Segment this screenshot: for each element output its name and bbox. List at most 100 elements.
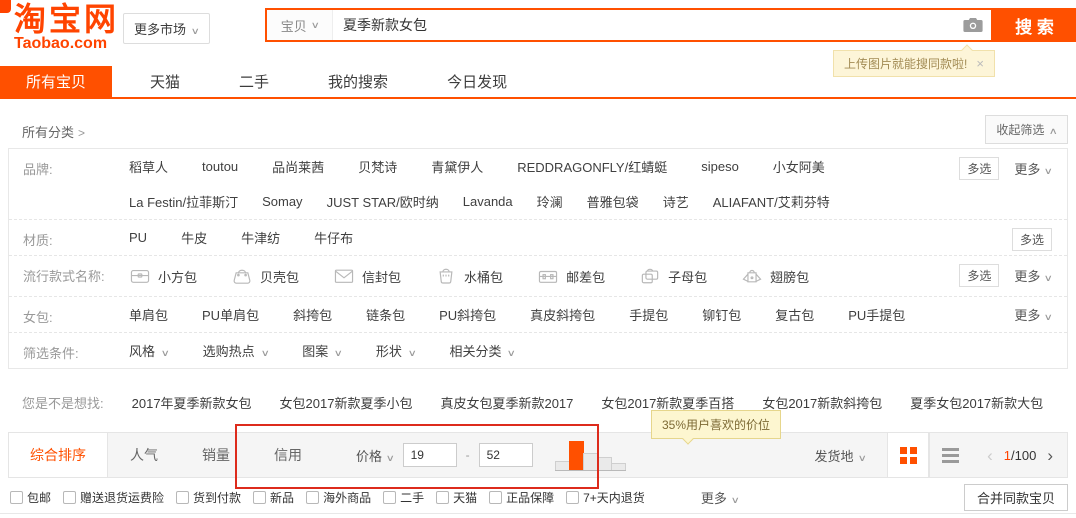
- filter-option[interactable]: La Festin/拉菲斯汀: [129, 192, 238, 211]
- nav-tab[interactable]: 我的搜索: [307, 66, 409, 97]
- filter-option[interactable]: 复古包: [775, 305, 814, 324]
- grid-view-toggle[interactable]: [887, 433, 929, 477]
- more-link[interactable]: 更多∨: [1014, 159, 1052, 178]
- filter-option[interactable]: 邮差包: [537, 267, 605, 286]
- filter-checkbox[interactable]: 包邮: [10, 489, 51, 506]
- camera-icon[interactable]: [955, 10, 991, 40]
- next-page-icon[interactable]: ›: [1047, 447, 1053, 464]
- taobao-logo[interactable]: 淘宝网 Taobao.com: [14, 3, 119, 52]
- price-max-input[interactable]: [479, 443, 533, 467]
- filter-option[interactable]: JUST STAR/欧时纳: [327, 192, 439, 211]
- checkbox-icon: [489, 491, 502, 504]
- filter-option[interactable]: 真皮斜挎包: [530, 305, 595, 324]
- more-link[interactable]: 更多∨: [1014, 266, 1052, 285]
- nav-tab[interactable]: 二手: [218, 66, 290, 97]
- filter-option[interactable]: PU斜挎包: [439, 305, 496, 324]
- filter-option[interactable]: 牛仔布: [314, 228, 353, 247]
- ship-from-dropdown[interactable]: 发货地∨: [815, 446, 888, 465]
- search-button[interactable]: 搜 索: [993, 8, 1076, 42]
- collapse-filters-button[interactable]: 收起筛选∧: [985, 115, 1068, 144]
- filter-checkbox[interactable]: 新品: [253, 489, 294, 506]
- filter-option[interactable]: 水桶包: [435, 267, 503, 286]
- filter-option[interactable]: PU: [129, 230, 147, 245]
- filter-checkbox[interactable]: 天猫: [436, 489, 477, 506]
- nav-tab[interactable]: 今日发现: [426, 66, 528, 97]
- suggestion-link[interactable]: 女包2017新款斜挎包: [762, 393, 882, 412]
- filter-option[interactable]: toutou: [202, 159, 238, 174]
- suggestion-link[interactable]: 夏季女包2017新款大包: [910, 393, 1043, 412]
- suggestion-link[interactable]: 女包2017新款夏季百搭: [601, 393, 734, 412]
- filter-dropdown[interactable]: 风格∨: [129, 341, 169, 360]
- filter-option[interactable]: 普雅包袋: [587, 192, 639, 211]
- multi-select-button[interactable]: 多选: [1012, 228, 1052, 251]
- filter-option[interactable]: PU单肩包: [202, 305, 259, 324]
- sort-tab[interactable]: 信用: [252, 433, 324, 477]
- more-markets-dropdown[interactable]: 更多市场∨: [123, 13, 210, 44]
- checkbox-label: 包邮: [27, 489, 51, 506]
- filter-option[interactable]: 小女阿美: [773, 157, 825, 176]
- price-dropdown[interactable]: 价格∨: [356, 446, 394, 465]
- filter-option[interactable]: 牛皮: [181, 228, 207, 247]
- filter-option[interactable]: 品尚莱茜: [272, 157, 324, 176]
- filter-option[interactable]: 手提包: [629, 305, 668, 324]
- filter-option[interactable]: 斜挎包: [293, 305, 332, 324]
- filter-checkbox[interactable]: 二手: [383, 489, 424, 506]
- filter-option[interactable]: 翅膀包: [741, 267, 809, 286]
- list-view-toggle[interactable]: [929, 433, 971, 477]
- price-histogram[interactable]: [555, 440, 626, 471]
- filter-checkbox[interactable]: 赠送退货运费险: [63, 489, 164, 506]
- search-category-dropdown[interactable]: 宝贝∨: [267, 10, 333, 40]
- filter-option[interactable]: ALIAFANT/艾莉芬特: [713, 192, 830, 211]
- histogram-bar[interactable]: [569, 441, 584, 470]
- multi-select-button[interactable]: 多选: [959, 264, 999, 287]
- filter-checkbox[interactable]: 海外商品: [306, 489, 371, 506]
- histogram-bar[interactable]: [611, 463, 626, 470]
- filter-option[interactable]: 诗艺: [663, 192, 689, 211]
- price-min-input[interactable]: [403, 443, 457, 467]
- filter-option[interactable]: sipeso: [701, 159, 739, 174]
- filter-option[interactable]: 青黛伊人: [431, 157, 483, 176]
- filter-dropdown[interactable]: 相关分类∨: [449, 341, 515, 360]
- filter-option[interactable]: 单肩包: [129, 305, 168, 324]
- filter-option[interactable]: REDDRAGONFLY/红蜻蜓: [517, 157, 667, 176]
- filter-option[interactable]: PU手提包: [848, 305, 905, 324]
- filter-option[interactable]: 链条包: [366, 305, 405, 324]
- filter-option[interactable]: 稻草人: [129, 157, 168, 176]
- suggestion-link[interactable]: 2017年夏季新款女包: [132, 393, 252, 412]
- filter-option[interactable]: 贝梵诗: [358, 157, 397, 176]
- histogram-bar[interactable]: [583, 453, 598, 470]
- filter-option[interactable]: Somay: [262, 194, 302, 209]
- filter-option[interactable]: Lavanda: [463, 194, 513, 209]
- prev-page-icon[interactable]: ‹: [987, 447, 993, 464]
- more-link[interactable]: 更多∨: [1014, 305, 1052, 324]
- filter-option[interactable]: 小方包: [129, 267, 197, 286]
- filter-option[interactable]: 玲澜: [537, 192, 563, 211]
- filter-option[interactable]: 子母包: [639, 267, 707, 286]
- filter-checkbox[interactable]: 正品保障: [489, 489, 554, 506]
- close-icon[interactable]: ×: [976, 56, 984, 71]
- filter-checkbox[interactable]: 7+天内退货: [566, 489, 645, 506]
- filter-dropdown[interactable]: 图案∨: [302, 341, 342, 360]
- filter-option[interactable]: 牛津纺: [241, 228, 280, 247]
- sort-tab[interactable]: 人气: [108, 433, 180, 477]
- footer-more-dropdown[interactable]: 更多∨: [701, 488, 739, 507]
- suggestion-link[interactable]: 真皮女包夏季新款2017: [440, 393, 573, 412]
- search-input[interactable]: [333, 10, 955, 40]
- all-categories-link[interactable]: 所有分类>: [22, 122, 85, 141]
- filter-checkbox[interactable]: 货到付款: [176, 489, 241, 506]
- filter-option[interactable]: 铆钉包: [702, 305, 741, 324]
- filter-option[interactable]: 贝壳包: [231, 267, 299, 286]
- nav-tab[interactable]: 天猫: [129, 66, 201, 97]
- filter-dropdown[interactable]: 选购热点∨: [203, 341, 269, 360]
- merge-same-items-button[interactable]: 合并同款宝贝: [964, 484, 1068, 511]
- shell-bag-icon: [231, 267, 253, 285]
- sort-tab[interactable]: 销量: [180, 433, 252, 477]
- filter-option[interactable]: 信封包: [333, 267, 401, 286]
- nav-tab[interactable]: 所有宝贝: [0, 66, 112, 97]
- filter-dropdown[interactable]: 形状∨: [376, 341, 416, 360]
- histogram-bar[interactable]: [597, 457, 612, 470]
- multi-select-button[interactable]: 多选: [959, 157, 999, 180]
- suggestion-link[interactable]: 女包2017新款夏季小包: [280, 393, 413, 412]
- histogram-bar[interactable]: [555, 461, 570, 470]
- sort-tab[interactable]: 综合排序: [9, 433, 108, 477]
